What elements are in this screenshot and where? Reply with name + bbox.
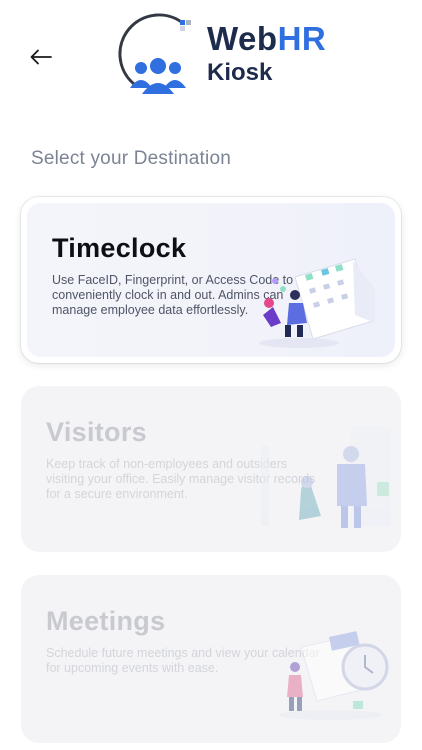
timeclock-title: Timeclock (52, 233, 187, 263)
visitors-illustration-icon (261, 426, 391, 528)
visitors-card: Visitors Keep track of non-employees and… (21, 386, 401, 552)
logo-title-main: Web (207, 20, 278, 57)
timeclock-card[interactable]: Timeclock Use FaceID, Fingerprint, or Ac… (21, 197, 401, 363)
back-button[interactable] (24, 40, 58, 74)
meetings-card: Meetings Schedule future meetings and vi… (21, 575, 401, 743)
logo-people-icon (118, 13, 191, 94)
visitors-title: Visitors (46, 417, 147, 447)
logo-subtitle: Kiosk (207, 59, 273, 86)
meetings-title: Meetings (46, 606, 166, 636)
arrow-left-icon (30, 49, 52, 65)
timeclock-illustration-icon (259, 258, 375, 348)
header: WebHR Kiosk (0, 0, 422, 110)
logo-title-accent: HR (277, 20, 327, 57)
timeclock-card-inner: Timeclock Use FaceID, Fingerprint, or Ac… (27, 203, 395, 357)
webhr-kiosk-logo: WebHR Kiosk (112, 12, 342, 102)
section-title: Select your Destination (31, 148, 231, 169)
logo-text: WebHR Kiosk (207, 22, 326, 85)
logo-title: WebHR (207, 22, 326, 55)
meetings-illustration-icon (279, 631, 389, 720)
